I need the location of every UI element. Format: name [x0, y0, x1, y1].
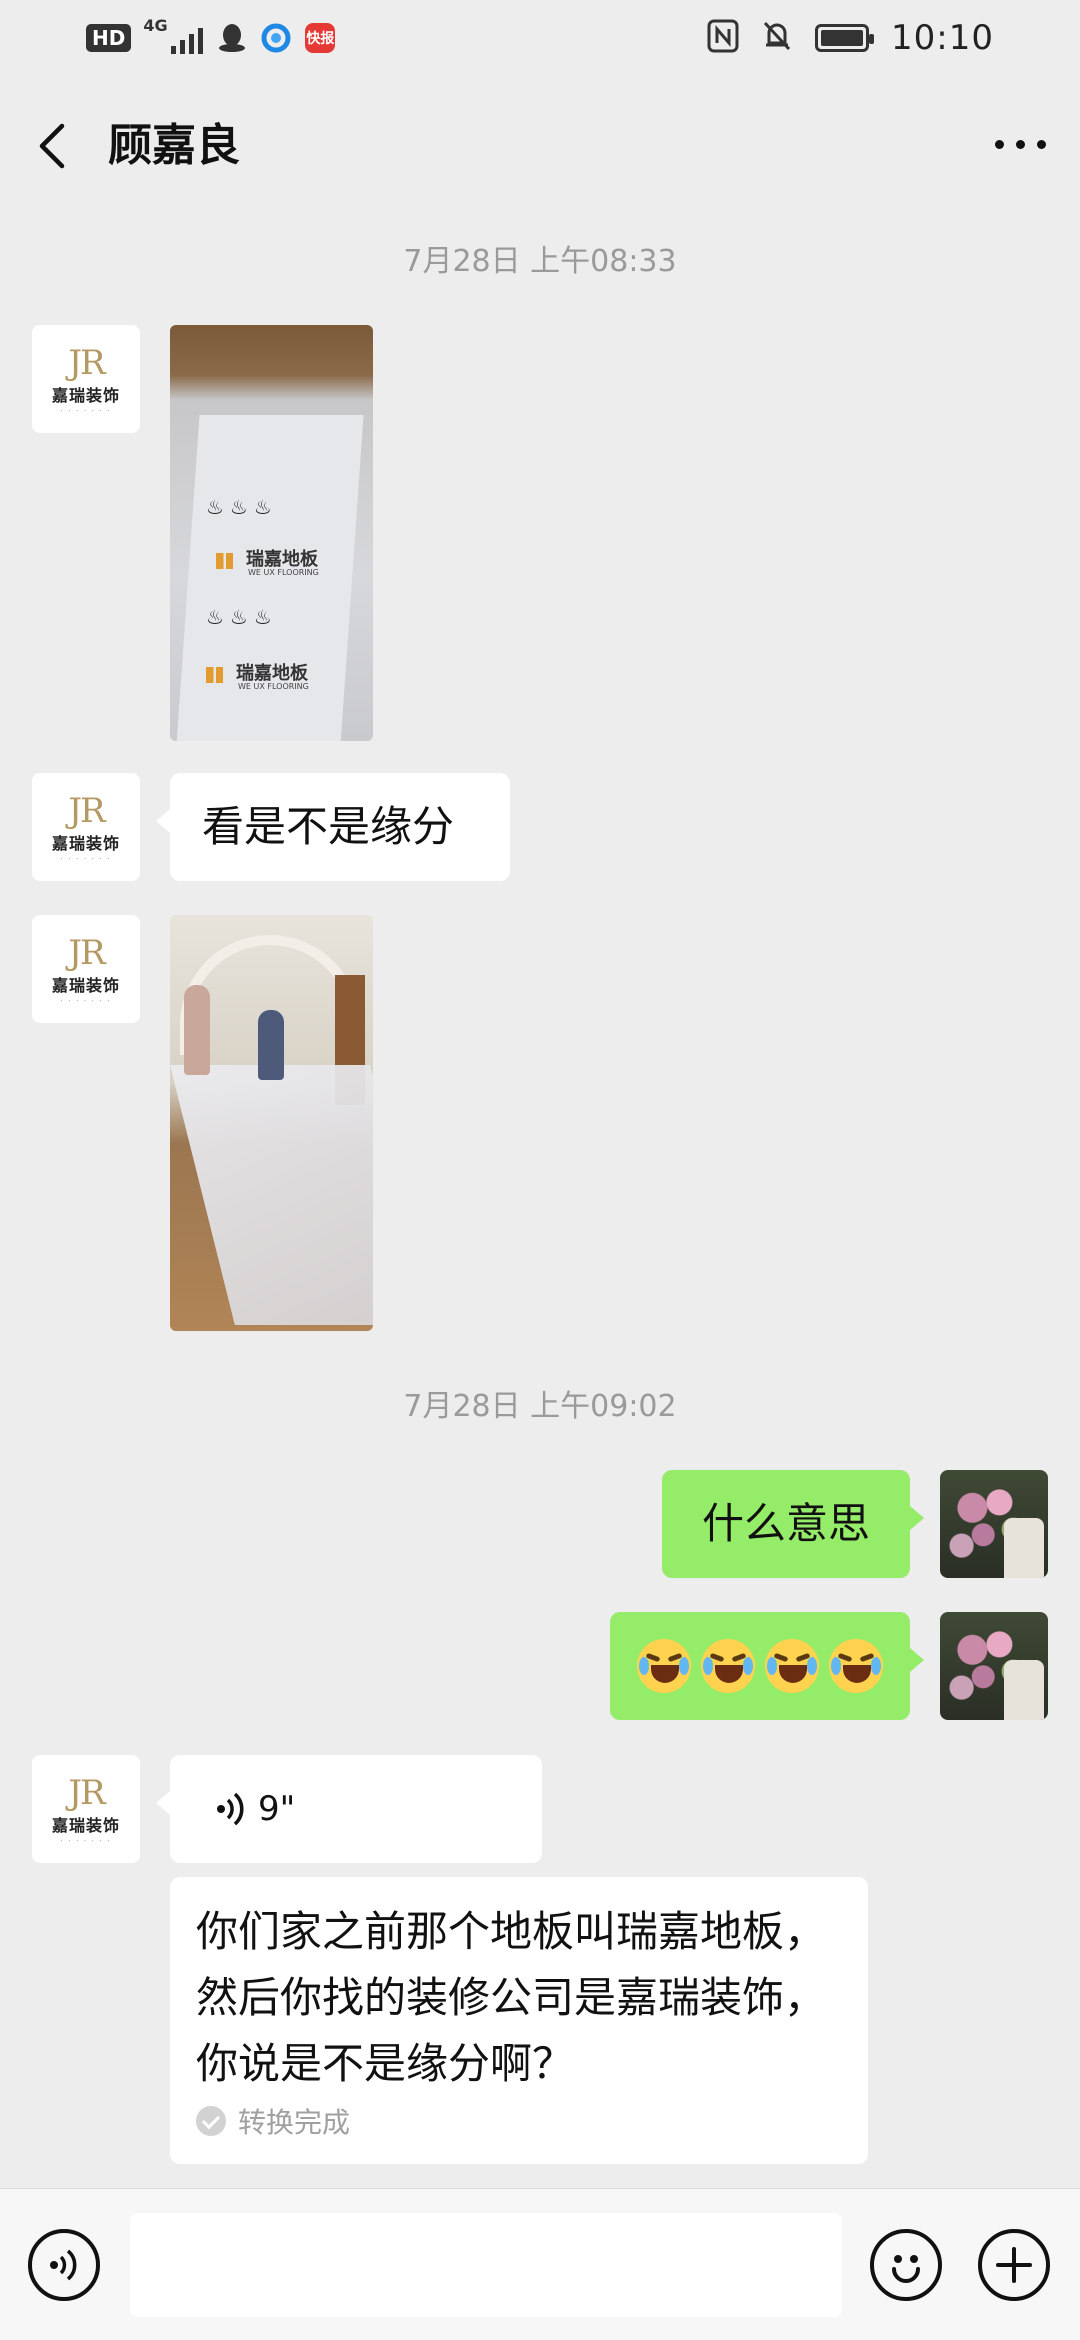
signal-icon: 4G [143, 16, 204, 54]
kuaibao-app-icon: 快报 [305, 23, 336, 53]
contact-avatar[interactable]: JR 嘉瑞装饰 · · · · · · · [32, 1755, 140, 1863]
avatar-monogram: JR [68, 932, 105, 973]
transcript-status: 转换完成 [196, 2101, 842, 2141]
avatar-brand: 嘉瑞装饰 [51, 1815, 120, 1835]
voice-wave-icon [217, 1792, 244, 1826]
qq-icon [217, 23, 247, 53]
mute-bell-icon [761, 19, 793, 57]
timestamp: 7月28日 上午09:02 [403, 1389, 677, 1424]
my-avatar[interactable] [940, 1612, 1048, 1720]
chevron-left-icon[interactable] [34, 120, 74, 172]
my-avatar[interactable] [940, 1470, 1048, 1578]
floor-board [176, 415, 364, 741]
brand-subtext: WE UX FLOORING [248, 568, 319, 577]
message-input[interactable] [130, 2213, 842, 2317]
status-bar: HD 4G 快报 10:10 [0, 0, 1080, 80]
avatar-tagline: · · · · · · · [60, 407, 112, 415]
board-icons: ♨♨♨ [206, 495, 278, 519]
input-bar [0, 2188, 1080, 2340]
floor-board-sheet [170, 1065, 373, 1325]
check-circle-icon [196, 2106, 226, 2136]
emoji-smile-icon[interactable] [870, 2229, 942, 2301]
chat-title: 顾嘉良 [108, 120, 240, 171]
brand-logo-mark [216, 553, 238, 569]
avatar-monogram: JR [68, 342, 105, 383]
message-text: 什么意思 [701, 1499, 870, 1548]
transcript-text: 你们家之前那个地板叫瑞嘉地板，然后你找的装修公司是嘉瑞装饰，你说是不是缘分啊？ [196, 1907, 827, 2088]
contact-avatar[interactable]: JR 嘉瑞装饰 · · · · · · · [32, 915, 140, 1023]
voice-duration: 9" [258, 1789, 296, 1829]
brand-subtext: WE UX FLOORING [238, 682, 309, 691]
avatar-brand: 嘉瑞装饰 [51, 975, 120, 995]
sent-message-bubble[interactable]: 什么意思 [662, 1470, 924, 1578]
avatar-monogram: JR [68, 1772, 105, 1813]
worker [258, 1010, 284, 1080]
plus-circle-icon[interactable] [978, 2229, 1050, 2301]
chat-photo-workers-room[interactable] [170, 915, 373, 1331]
face-tears-of-joy-icon [829, 1639, 883, 1693]
avatar-tagline: · · · · · · · [60, 1837, 112, 1845]
status-left: HD 4G 快报 [86, 16, 336, 54]
contact-avatar[interactable]: JR 嘉瑞装饰 · · · · · · · [32, 325, 140, 433]
message-text: 看是不是缘分 [202, 802, 455, 851]
nfc-icon [707, 19, 739, 57]
voice-mode-icon[interactable] [28, 2229, 100, 2301]
avatar-tagline: · · · · · · · [60, 855, 112, 863]
browser-icon [261, 23, 291, 53]
voice-message-bubble[interactable]: 9" [156, 1755, 542, 1863]
clock: 10:10 [891, 18, 994, 58]
battery-icon [815, 24, 875, 52]
face-tears-of-joy-icon [765, 1639, 819, 1693]
avatar-monogram: JR [68, 790, 105, 831]
brand-logo-mark [206, 667, 228, 683]
board-icons: ♨♨♨ [206, 605, 278, 629]
worker [184, 985, 210, 1075]
contact-avatar[interactable]: JR 嘉瑞装饰 · · · · · · · [32, 773, 140, 881]
app-badge-label: 快报 [306, 31, 335, 47]
chat-photo-floor-boards[interactable]: ♨♨♨ 瑞嘉地板 WE UX FLOORING ♨♨♨ 瑞嘉地板 WE UX F… [170, 325, 373, 741]
sent-emoji-bubble[interactable] [610, 1612, 924, 1720]
avatar-brand: 嘉瑞装饰 [51, 385, 120, 405]
avatar-brand: 嘉瑞装饰 [51, 833, 120, 853]
chat-header: 顾嘉良 [0, 80, 1080, 210]
status-right: 10:10 [707, 18, 994, 58]
face-tears-of-joy-icon [637, 1639, 691, 1693]
hd-badge: HD [86, 24, 132, 52]
avatar-tagline: · · · · · · · [60, 997, 112, 1005]
more-dots-icon[interactable] [995, 140, 1046, 149]
transcript-status-label: 转换完成 [238, 2106, 351, 2139]
emoji-row [637, 1639, 883, 1693]
message-bubble[interactable]: 看是不是缘分 [156, 773, 510, 881]
timestamp: 7月28日 上午08:33 [403, 244, 677, 279]
voice-transcript[interactable]: 你们家之前那个地板叫瑞嘉地板，然后你找的装修公司是嘉瑞装饰，你说是不是缘分啊？ … [170, 1877, 868, 2164]
network-type: 4G [143, 16, 168, 35]
face-tears-of-joy-icon [701, 1639, 755, 1693]
